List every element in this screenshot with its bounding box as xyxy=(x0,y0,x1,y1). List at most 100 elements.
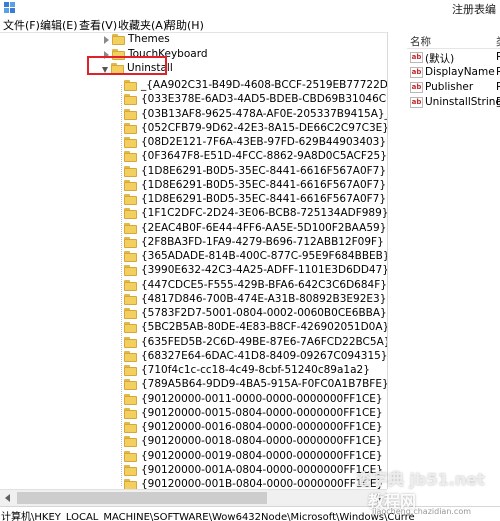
tree-item-label: {1F1C2DFC-2D24-3E06-BCB8-725134ADF989} xyxy=(141,207,387,220)
menu-file[interactable]: 文件(F) xyxy=(3,17,40,33)
folder-icon xyxy=(112,34,125,45)
folder-icon xyxy=(124,236,137,248)
string-value-icon: ab xyxy=(410,67,423,78)
tree-item-label: {03B13AF8-9625-478A-AF0E-205337B9415A}_i… xyxy=(141,107,387,120)
tree-item-label: {033E378E-6AD3-4AD5-BDEB-CBD69B31046C} xyxy=(141,93,387,106)
value-row-publisher[interactable]: ab Publisher R xyxy=(407,80,500,96)
expand-arrow-icon[interactable] xyxy=(104,36,109,44)
tree-item-label: {447CDCE5-F555-429B-BFA6-642C3C6D684F} xyxy=(141,278,387,291)
tree-item-label: _{AA902C31-B49D-4608-BCCF-2519EB77722D} xyxy=(141,79,387,91)
folder-icon xyxy=(124,379,137,391)
horizontal-scrollbar[interactable] xyxy=(0,489,387,506)
tree-item-label: {90120000-0019-0804-0000-0000000FF1CE} xyxy=(141,449,383,462)
value-type: R xyxy=(496,81,500,93)
tree-item-label: {90120000-0015-0804-0000-0000000FF1CE} xyxy=(141,406,383,419)
folder-icon xyxy=(124,179,137,191)
tree-item-label: {1D8E6291-B0D5-35EC-8441-6616F567A0F7}.K… xyxy=(141,164,387,177)
column-header-type[interactable]: 类 xyxy=(496,34,500,49)
watermark-line1: 查字典 jb51.net xyxy=(356,470,485,489)
folder-icon xyxy=(124,336,137,348)
folder-icon xyxy=(124,222,137,234)
scroll-thumb[interactable] xyxy=(17,492,267,504)
tree-item-label: {5BC2B5AB-80DE-4E83-B8CF-426902051D0A} xyxy=(141,321,387,334)
scroll-left-button[interactable] xyxy=(0,490,17,506)
folder-icon xyxy=(124,365,137,376)
tree-item-label: {1D8E6291-B0D5-35EC-8441-6616F567A0F7}.K… xyxy=(141,193,387,205)
values-panel[interactable]: 名称 类 ab (默认) R ab DisplayName R ab Publi… xyxy=(407,32,500,489)
value-name: (默认) xyxy=(425,53,455,65)
folder-icon xyxy=(124,308,137,319)
folder-icon xyxy=(124,265,137,277)
folder-icon xyxy=(124,322,137,334)
tree-item-label: {68327E64-6DAC-41D8-8409-09267C094315} xyxy=(141,349,387,362)
string-value-icon: ab xyxy=(410,97,423,108)
folder-icon xyxy=(124,293,137,305)
folder-icon xyxy=(124,165,137,177)
folder-icon xyxy=(124,122,137,134)
watermark-line3: jiaocheng.chazidian.com xyxy=(372,507,472,516)
value-type: R xyxy=(496,66,500,78)
pane-splitter[interactable] xyxy=(387,32,407,489)
folder-icon xyxy=(124,279,137,291)
folder-icon xyxy=(124,151,137,163)
tree-item-label: {0F3647F8-E51D-4FCC-8862-9A8D0C5ACF25} xyxy=(141,150,387,163)
tree-item-label: {789A5B64-9DD9-4BA5-915A-F0FC0A1B7BFE} xyxy=(141,378,387,391)
tree-item-label: {90120000-001A-0804-0000-0000000FF1CE} xyxy=(141,463,383,476)
value-type: R xyxy=(496,51,500,63)
folder-icon xyxy=(124,350,137,362)
folder-icon xyxy=(124,407,137,419)
tree-item-label: {052CFB79-9D62-42E3-8A15-DE66C2C97C3E} xyxy=(141,121,387,134)
tree-item-label: {90120000-001B-0804-0000-0000000FF1CE} xyxy=(141,478,384,489)
value-row-default[interactable]: ab (默认) R xyxy=(407,50,500,66)
value-name: DisplayName xyxy=(425,66,495,78)
tree-item-label: {3990E632-42C3-4A25-ADFF-1101E3D6DD47} xyxy=(141,264,387,277)
tree-item-label: {2F8BA3FD-1FA9-4279-B696-712ABB12F09F} xyxy=(141,235,384,248)
menu-help[interactable]: 帮助(H) xyxy=(165,17,204,33)
folder-icon xyxy=(124,194,137,205)
folder-icon xyxy=(124,251,137,262)
tree-item-label: {4817D846-700B-474E-A31B-80892B3E92E3} xyxy=(141,292,387,305)
folder-icon xyxy=(124,393,137,405)
tree-item-label: {90120000-0018-0804-0000-0000000FF1CE} xyxy=(141,435,383,448)
menu-edit[interactable]: 编辑(E) xyxy=(40,17,78,33)
tree-item-label: {90120000-0011-0000-0000-0000000FF1CE} xyxy=(141,392,383,405)
tree-item-themes[interactable]: Themes xyxy=(0,33,387,48)
window-title: 注册表编 xyxy=(452,3,496,16)
tree-item-label: {365ADADE-814B-400C-877C-95E9F684BBEB} xyxy=(141,250,387,262)
tree-item-subkey[interactable]: {90120000-001B-0804-0000-0000000FF1CE} xyxy=(0,477,387,489)
string-value-icon: ab xyxy=(410,52,423,63)
value-name: UninstallString xyxy=(425,96,500,108)
folder-icon xyxy=(124,464,137,476)
highlight-box xyxy=(87,56,167,75)
registry-tree[interactable]: Themes TouchKeyboard Uninstall _{AA902C3… xyxy=(0,32,387,489)
tree-item-label: {08D2E121-7F6A-43EB-97FD-629B44903403} xyxy=(141,136,387,148)
watermark: 查字典 jb51.net 教程网 jiaocheng.chazidian.com xyxy=(352,466,498,518)
tree-item-label: Themes xyxy=(128,33,170,45)
value-name: Publisher xyxy=(425,81,474,93)
value-type: R xyxy=(496,96,500,108)
folder-icon xyxy=(124,94,137,106)
menu-favorites[interactable]: 收藏夹(A) xyxy=(118,17,167,33)
tree-item-uninstall[interactable]: Uninstall xyxy=(0,61,387,77)
folder-icon xyxy=(124,436,137,448)
folder-icon xyxy=(124,450,137,462)
value-row-uninstallstring[interactable]: ab UninstallString R xyxy=(407,95,500,111)
tree-item-label: {1D8E6291-B0D5-35EC-8441-6616F567A0F7}.K… xyxy=(141,178,387,191)
arrow-left-icon xyxy=(5,494,10,502)
folder-icon xyxy=(124,422,137,433)
folder-icon xyxy=(124,108,137,120)
folder-icon xyxy=(124,80,137,91)
value-row-displayname[interactable]: ab DisplayName R xyxy=(407,65,500,81)
menu-bar: 文件(F) 编辑(E) 查看(V) 收藏夹(A) 帮助(H) xyxy=(0,16,500,32)
menu-view[interactable]: 查看(V) xyxy=(79,17,117,33)
values-header: 名称 类 xyxy=(407,32,500,49)
tree-item-label: {2EAC4B0F-6E44-4FF6-AA5E-5D100F2BAA59} xyxy=(141,221,387,234)
title-bar: 注册表编 xyxy=(0,0,500,16)
regedit-icon xyxy=(4,2,15,13)
folder-icon xyxy=(124,208,137,220)
folder-icon xyxy=(124,137,137,148)
tree-item-label: {5783F2D7-5001-0804-0002-0060B0CE6BBA} xyxy=(141,307,387,319)
column-header-name[interactable]: 名称 xyxy=(410,34,431,49)
string-value-icon: ab xyxy=(410,82,423,93)
tree-item-label: {90120000-0016-0804-0000-0000000FF1CE} xyxy=(141,421,383,433)
